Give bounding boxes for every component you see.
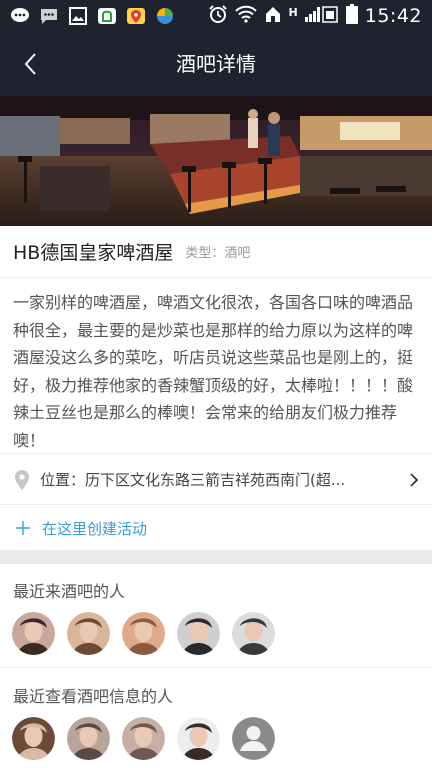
avatar[interactable] — [122, 717, 165, 760]
bar-description: 一家别样的啤酒屋，啤酒文化很浓，各国各口味的啤酒品种很全，最主要的是炒菜也是那样… — [0, 279, 432, 454]
alarm-icon — [208, 4, 228, 29]
location-pin-icon — [15, 469, 29, 490]
avatar[interactable] — [12, 612, 55, 655]
recent-visitors-title: 最近来酒吧的人 — [13, 582, 126, 601]
default-avatar-icon[interactable] — [232, 717, 275, 760]
maps-icon — [126, 7, 146, 25]
location-text: 位置：历下区文化东路三箭吉祥苑西南门(超... — [40, 471, 346, 489]
bar-cover-image — [0, 96, 432, 226]
create-activity-label: 在这里创建活动 — [42, 519, 148, 538]
status-bar: H 15:42 — [0, 0, 432, 32]
recent-viewers-list — [12, 717, 275, 760]
avatar[interactable] — [12, 717, 55, 760]
bar-title-row: HB德国皇家啤酒屋 类型：酒吧 — [0, 226, 432, 278]
network-type-label: H — [288, 5, 298, 19]
page-title: 酒吧详情 — [176, 52, 256, 76]
avatar[interactable] — [232, 612, 275, 655]
recent-viewers-title: 最近查看酒吧信息的人 — [13, 687, 174, 706]
recent-visitors-list — [12, 612, 275, 655]
wifi-icon — [234, 5, 257, 28]
browser-icon — [155, 7, 175, 25]
battery-icon — [345, 3, 358, 29]
nav-bar: 酒吧详情 — [0, 32, 432, 96]
avatar[interactable] — [122, 612, 165, 655]
shopping-icon — [97, 7, 117, 25]
location-row[interactable]: 位置：历下区文化东路三箭吉祥苑西南门(超... — [0, 455, 432, 505]
chevron-right-icon — [410, 472, 418, 487]
avatar[interactable] — [177, 717, 220, 760]
avatar[interactable] — [67, 717, 110, 760]
avatar[interactable] — [67, 612, 110, 655]
clock: 15:42 — [364, 5, 422, 27]
chat-icon — [10, 7, 30, 25]
bar-type: 类型：酒吧 — [185, 246, 251, 261]
section-separator — [0, 550, 432, 564]
plus-icon — [16, 521, 30, 535]
bar-name: HB德国皇家啤酒屋 — [13, 242, 174, 264]
create-activity-button[interactable]: 在这里创建活动 — [0, 506, 432, 550]
notification-icons — [10, 7, 175, 25]
avatar[interactable] — [177, 612, 220, 655]
divider — [0, 667, 432, 668]
home-icon — [264, 5, 282, 28]
signal-icon — [304, 5, 339, 28]
message-icon — [39, 7, 59, 25]
gallery-icon — [68, 7, 88, 25]
